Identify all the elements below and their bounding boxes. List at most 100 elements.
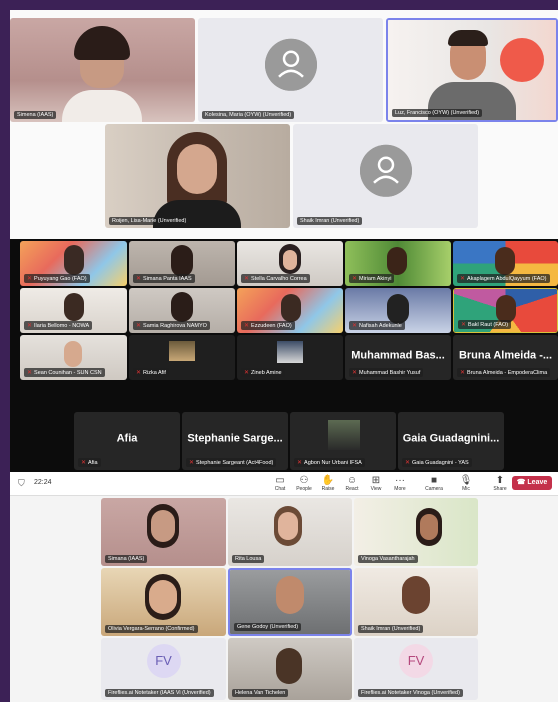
participant-display-name: Muhammad Bas... (351, 349, 445, 362)
participant-name: Roijen, Lisa-Marie (Unverified) (109, 217, 190, 225)
participant-name: ✕ Puyuyang Gao (FAO) (24, 274, 90, 283)
video-tile[interactable]: ✕ Puyuyang Gao (FAO) (20, 241, 127, 286)
video-tile[interactable]: Helena Van Tichelen (228, 638, 352, 700)
participant-display-name: Stephanie Sarge... (187, 432, 283, 445)
participant-name: Simana (IAAS) (105, 555, 148, 563)
participant-name: ✕ Miriam Akinyi (349, 274, 395, 283)
participant-name: Shaik Imran (Unverified) (358, 625, 424, 633)
video-tile[interactable]: Simana (IAAS) (101, 498, 226, 566)
video-tile[interactable]: FV Fireflies.ai Notetaker Vinoga (Unveri… (354, 638, 478, 700)
participant-name: ✕ Nafisah Adekunle (349, 321, 405, 330)
video-tile[interactable]: FV Fireflies.ai Notetaker (IAAS Vi (Unve… (101, 638, 226, 700)
participant-name: ✕ Simana Panta IAAS (133, 274, 195, 283)
participant-name: ✕ Muhammad Bashir Yusuf (349, 368, 424, 377)
video-tile[interactable]: ✕ Stella Carvalho Correa (237, 241, 343, 286)
video-tile[interactable]: Gene Godoy (Unverified) (228, 568, 352, 636)
participant-display-name: Afia (116, 432, 138, 445)
video-tile[interactable]: ✕ Ezzudeen (FAO) (237, 288, 343, 333)
video-tile-luz[interactable]: Luz, Francisco (OYW) (Unverified) (386, 18, 558, 122)
chat-icon: ▭ (275, 475, 285, 486)
view-button[interactable]: ⊞ View (364, 475, 388, 492)
video-tile[interactable]: Afia ✕ Afia (74, 412, 180, 470)
participant-name: Vinoga Vasantharajah (358, 555, 418, 563)
video-tile[interactable]: Stephanie Sarge... ✕ Stephanie Sargeant (… (182, 412, 288, 470)
participant-name: Fireflies.ai Notetaker (IAAS Vi (Unverif… (105, 689, 214, 697)
participant-name: Helena Van Tichelen (232, 689, 289, 697)
more-icon: ··· (395, 475, 405, 486)
video-tile[interactable]: ✕ Sean Counihan - SUN CSN (20, 335, 127, 380)
top-meeting-panel: Simena (IAAS) Kolesina, Maria (OYW) (Unv… (10, 10, 558, 239)
meeting-toolbar: ⛉ 22:24 ▭ Chat ⚇ People ✋ Raise ☺ React ⊞ Vie… (10, 472, 558, 496)
video-tile[interactable]: ✕ Akaplagem AbdulQayyum (FAO) (453, 241, 558, 286)
participant-name: ✕ Ilaria Bellomo - NOWA (24, 321, 93, 330)
participant-name: Luz, Francisco (OYW) (Unverified) (392, 109, 483, 117)
video-tile-simena[interactable]: Simena (IAAS) (10, 18, 195, 122)
participant-name: ✕ Bruna Almeida - EmpoderaClima (457, 368, 551, 377)
initials-avatar: FV (399, 644, 433, 678)
people-icon: ⚇ (299, 475, 309, 486)
leave-button[interactable]: ☎ Leave (512, 476, 552, 490)
video-tile[interactable]: Gaia Guadagnini... ✕ Gaia Guadagnini - YA… (398, 412, 504, 470)
person-avatar-icon (264, 38, 317, 91)
participant-name: Rita Lousa (232, 555, 265, 563)
video-tile[interactable]: ✕ Ilaria Bellomo - NOWA (20, 288, 127, 333)
react-icon: ☺ (346, 475, 358, 486)
react-button[interactable]: ☺ React (340, 475, 364, 492)
person-avatar-icon (359, 144, 412, 197)
participant-name: ✕ Zineb Amine (241, 368, 285, 377)
camera-button[interactable]: ■ Camera (422, 475, 446, 492)
camera-icon: ■ (430, 475, 438, 486)
meeting-timer: 22:24 (34, 479, 52, 486)
more-button[interactable]: ··· More (388, 475, 412, 492)
people-button[interactable]: ⚇ People (292, 475, 316, 492)
hand-icon: ✋ (321, 475, 335, 486)
video-tile[interactable]: ✕ Agbon Nur Urbani IFSA (290, 412, 396, 470)
mic-button[interactable]: 🎙 Mic (454, 475, 478, 492)
share-icon: ⬆ (495, 475, 505, 486)
teams-meeting-panel: ⛉ 22:24 ▭ Chat ⚇ People ✋ Raise ☺ React ⊞ Vie… (10, 472, 558, 702)
participant-name: Gene Godoy (Unverified) (234, 623, 302, 631)
participant-name: ✕ Afia (78, 458, 101, 467)
video-tile[interactable]: Shaik Imran (Unverified) (354, 568, 478, 636)
participant-name: ✕ Ezzudeen (FAO) (241, 321, 295, 330)
video-tile[interactable]: Rita Lousa (228, 498, 352, 566)
video-tile-kolesina[interactable]: Kolesina, Maria (OYW) (Unverified) (198, 18, 383, 122)
participant-name: ✕ Rizka Afif (133, 368, 169, 377)
participant-name: ✕ Agbon Nur Urbani IFSA (294, 458, 365, 467)
participant-name: ✕ Bakl Raut (FAO) (458, 320, 512, 329)
video-tile[interactable]: ✕ Simana Panta IAAS (129, 241, 235, 286)
video-tile[interactable]: Olivia Vergara-Serrano (Confirmed) (101, 568, 226, 636)
video-tile[interactable]: ✕ Zineb Amine (237, 335, 343, 380)
participant-name: Fireflies.ai Notetaker Vinoga (Unverifie… (358, 689, 463, 697)
video-tile[interactable]: Bruna Almeida -... ✕ Bruna Almeida - Empo… (453, 335, 558, 380)
phone-icon: ☎ (516, 479, 528, 486)
video-tile-shaik[interactable]: Shaik Imran (Unverified) (293, 124, 478, 228)
participant-name: Olivia Vergara-Serrano (Confirmed) (105, 625, 198, 633)
share-button[interactable]: ⬆ Share (488, 475, 512, 492)
video-tile[interactable]: ✕ Miriam Akinyi (345, 241, 451, 286)
chat-button[interactable]: ▭ Chat (268, 475, 292, 492)
video-tile-roijen[interactable]: Roijen, Lisa-Marie (Unverified) (105, 124, 290, 228)
shield-icon: ⛉ (18, 478, 25, 488)
participant-name: ✕ Akaplagem AbdulQayyum (FAO) (457, 274, 550, 283)
participant-name: Shaik Imran (Unverified) (297, 217, 363, 225)
grid-icon: ⊞ (371, 475, 381, 486)
mic-icon: 🎙 (459, 475, 473, 486)
initials-avatar: FV (146, 644, 181, 678)
participant-name: ✕ Gaia Guadagnini - YAS (402, 458, 472, 467)
participant-name: ✕ Stella Carvalho Correa (241, 274, 310, 283)
participant-display-name: Bruna Almeida -... (458, 349, 553, 362)
video-tile[interactable]: Muhammad Bas... ✕ Muhammad Bashir Yusuf (345, 335, 451, 380)
gallery-grid-panel: ✕ Puyuyang Gao (FAO) ✕ Simana Panta IAAS ✕… (10, 239, 558, 472)
participant-name: ✕ Samia Raghirova NAMYO (133, 321, 210, 330)
video-tile[interactable]: ✕ Rizka Afif (129, 335, 235, 380)
participant-name: Kolesina, Maria (OYW) (Unverified) (202, 111, 295, 119)
raise-hand-button[interactable]: ✋ Raise (316, 475, 340, 492)
participant-name: ✕ Sean Counihan - SUN CSN (24, 368, 105, 377)
participant-display-name: Gaia Guadagnini... (402, 432, 500, 445)
participant-name: ✕ Stephanie Sargeant (Act4Food) (186, 458, 277, 467)
video-tile[interactable]: Vinoga Vasantharajah (354, 498, 478, 566)
video-tile[interactable]: ✕ Samia Raghirova NAMYO (129, 288, 235, 333)
video-tile[interactable]: ✕ Bakl Raut (FAO) (453, 288, 558, 333)
video-tile[interactable]: ✕ Nafisah Adekunle (345, 288, 451, 333)
